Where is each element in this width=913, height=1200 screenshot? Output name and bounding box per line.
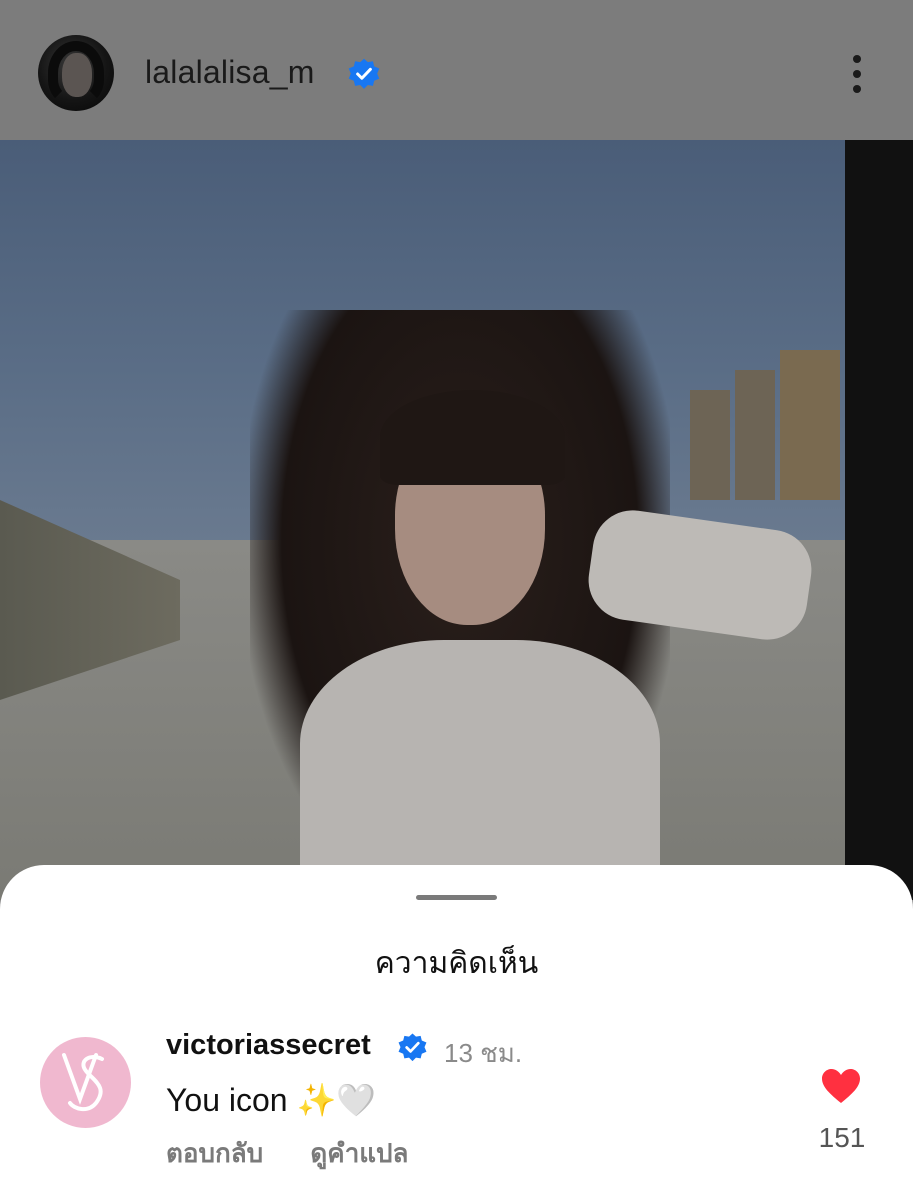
post-photo[interactable]	[0, 140, 913, 900]
photo-bangs	[380, 390, 565, 485]
comment-actions: ตอบกลับ ดูคำแปล	[166, 1133, 449, 1174]
avatar-hair	[48, 41, 104, 105]
sheet-title: ความคิดเห็น	[374, 947, 539, 980]
sheet-drag-handle[interactable]	[416, 895, 497, 900]
vs-logo-icon	[61, 1052, 104, 1111]
comments-sheet: ความคิดเห็น victoriassecret 13 ชม. You i…	[0, 865, 913, 1200]
photo-building	[735, 370, 775, 500]
commenter-avatar[interactable]	[40, 1037, 131, 1128]
post-header: lalalalisa_m	[0, 0, 913, 140]
heart-icon[interactable]	[820, 1067, 862, 1105]
photo-outfit	[300, 640, 660, 900]
verified-badge-icon	[398, 1033, 427, 1062]
more-options-icon[interactable]	[842, 52, 872, 96]
like-count: 151	[818, 1122, 866, 1153]
see-translation-button[interactable]: ดูคำแปล	[310, 1138, 408, 1168]
photo-building	[690, 390, 730, 500]
profile-avatar[interactable]	[38, 35, 114, 111]
reply-button[interactable]: ตอบกลับ	[166, 1138, 263, 1168]
comment-text: You icon ✨🤍	[166, 1082, 377, 1118]
header-username[interactable]: lalalalisa_m	[145, 54, 315, 91]
photo-dark-pillar	[845, 140, 913, 900]
comment-username[interactable]: victoriassecret	[166, 1029, 371, 1062]
photo-building	[780, 350, 840, 500]
comment-timestamp: 13 ชม.	[444, 1038, 523, 1068]
verified-badge-icon	[348, 58, 380, 89]
